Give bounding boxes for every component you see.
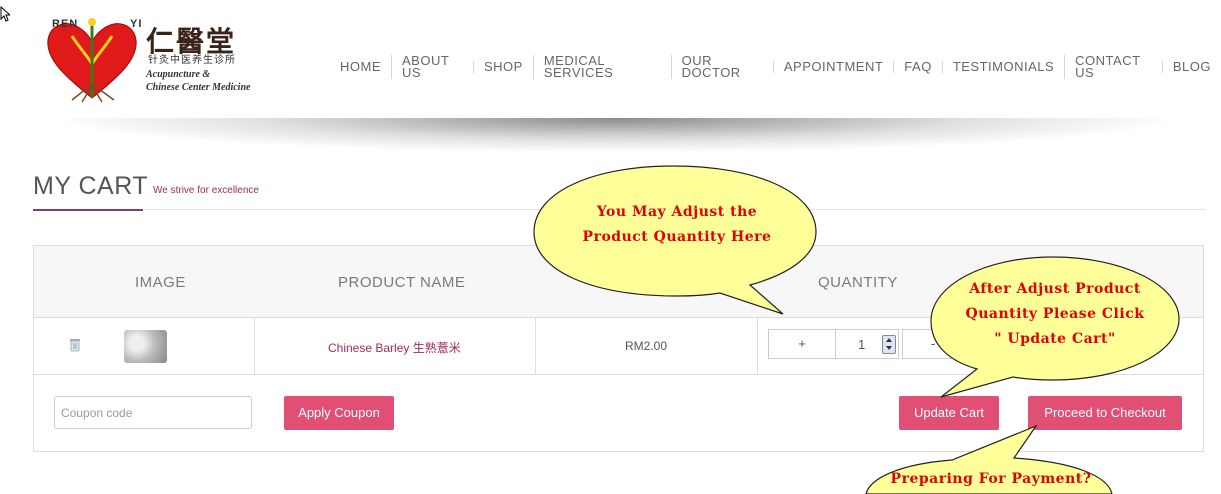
nav-our-doctor[interactable]: OUR DOCTOR — [670, 54, 773, 79]
site-logo[interactable]: REN YI 仁醫堂 针灸中医养生诊所 Acupuncture & Chines… — [42, 14, 282, 104]
product-price: RM2.00 — [625, 339, 668, 353]
callout-update-cart-text: After Adjust Product Quantity Please Cli… — [937, 277, 1173, 352]
callout-checkout: Preparing For Payment? — [860, 420, 1120, 494]
header-quantity: QUANTITY — [818, 274, 898, 291]
column-divider — [254, 318, 255, 374]
logo-tagline: Acupuncture & Chinese Center Medicine — [146, 68, 286, 94]
callout-update-cart: After Adjust Product Quantity Please Cli… — [925, 253, 1187, 399]
header-image: IMAGE — [135, 274, 186, 291]
nav-medical-services[interactable]: MEDICAL SERVICES — [532, 54, 671, 79]
callout-adjust-quantity-text: You May Adjust the Product Quantity Here — [548, 200, 806, 250]
cursor-icon — [0, 6, 10, 22]
nav-faq[interactable]: FAQ — [893, 60, 942, 73]
page-title: MY CART — [33, 172, 149, 200]
nav-blog[interactable]: BLOG — [1161, 60, 1221, 73]
quantity-spinner-icon[interactable] — [882, 335, 896, 354]
logo-text-ren: REN — [52, 18, 79, 30]
quantity-plus-button[interactable]: + — [768, 329, 836, 359]
page-subtitle: We strive for excellence — [153, 185, 259, 196]
column-divider — [757, 318, 758, 374]
nav-contact-us[interactable]: CONTACT US — [1064, 54, 1162, 79]
quantity-value: 1 — [858, 337, 866, 352]
header-product-name: PRODUCT NAME — [338, 274, 466, 291]
column-divider — [535, 318, 536, 374]
callout-line: Product Quantity Here — [582, 229, 772, 245]
tagline-line-2: Chinese Center Medicine — [146, 82, 251, 93]
callout-checkout-text: Preparing For Payment? — [880, 467, 1102, 492]
callout-line: " Update Cart" — [994, 331, 1116, 347]
header-shadow-divider — [60, 118, 1170, 152]
product-thumbnail[interactable] — [124, 330, 167, 363]
title-accent-line — [33, 209, 143, 211]
callout-line: Quantity Please Click — [965, 306, 1145, 322]
remove-item-icon[interactable] — [70, 338, 80, 352]
product-name-link[interactable]: Chinese Barley 生熟薏米 — [328, 339, 461, 356]
quantity-input[interactable]: 1 — [835, 329, 899, 359]
apply-coupon-button[interactable]: Apply Coupon — [284, 396, 394, 430]
logo-chinese-subtitle: 针灸中医养生诊所 — [148, 55, 236, 66]
callout-adjust-quantity: You May Adjust the Product Quantity Here — [528, 162, 828, 322]
main-navigation: HOME ABOUT US SHOP MEDICAL SERVICES OUR … — [330, 54, 1221, 79]
coupon-code-input[interactable] — [54, 396, 252, 429]
nav-appointment[interactable]: APPOINTMENT — [772, 60, 893, 73]
nav-testimonials[interactable]: TESTIMONIALS — [941, 60, 1064, 73]
callout-line: You May Adjust the — [596, 204, 758, 220]
callout-line: Preparing For Payment? — [890, 471, 1092, 487]
callout-line: After Adjust Product — [969, 281, 1141, 297]
nav-home[interactable]: HOME — [330, 60, 391, 73]
logo-text-yi: YI — [130, 18, 143, 30]
nav-shop[interactable]: SHOP — [472, 60, 533, 73]
tagline-line-1: Acupuncture & — [146, 69, 211, 80]
nav-about-us[interactable]: ABOUT US — [391, 54, 473, 79]
